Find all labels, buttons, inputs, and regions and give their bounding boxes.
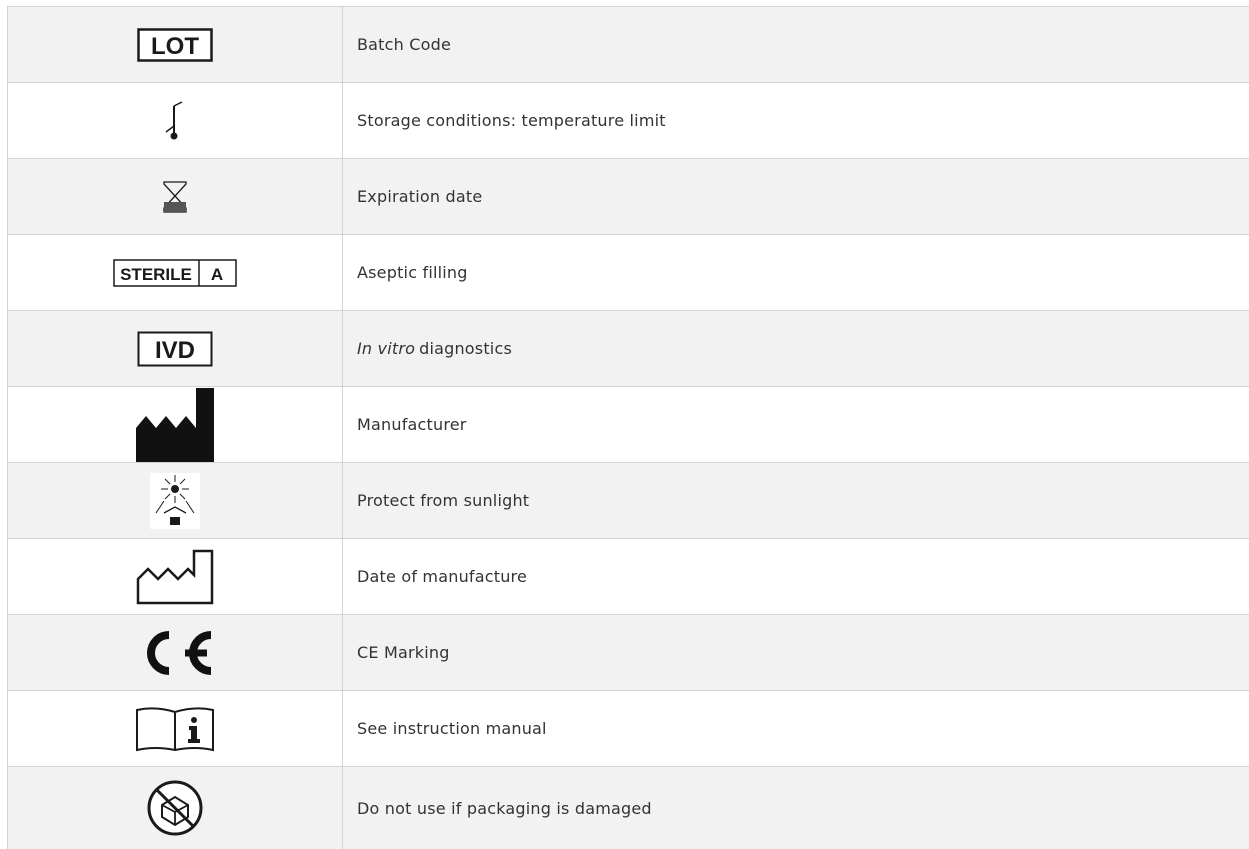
symbol-label: Do not use if packaging is damaged [357, 798, 652, 818]
table-row: IVD In vitro diagnostics [7, 310, 1249, 386]
symbol-label: Date of manufacture [357, 567, 528, 586]
table-row: Date of manufacture [7, 538, 1249, 614]
ce-marking-icon [147, 630, 212, 675]
symbol-label: CE Marking [357, 643, 450, 662]
symbol-label: Aseptic filling [357, 263, 468, 282]
table-row: Expiration date [7, 158, 1249, 234]
icon-cell: LOT [7, 7, 343, 82]
table-row: STERILE A Aseptic filling [7, 234, 1249, 310]
date-of-manufacture-icon [136, 549, 214, 604]
icon-cell: IVD [7, 311, 343, 386]
icon-cell [7, 159, 343, 234]
table-row: Protect from sunlight [7, 462, 1249, 538]
table-row: CE Marking [7, 614, 1249, 690]
protect-from-sunlight-icon [150, 472, 200, 529]
sterile-icon-text: STERILE [120, 265, 192, 284]
aseptic-a-icon-text: A [211, 265, 223, 284]
symbol-label: Manufacturer [357, 415, 467, 434]
table-row: Manufacturer [7, 386, 1249, 462]
symbol-label: Expiration date [357, 187, 483, 206]
table-row: Storage conditions: temperature limit [7, 82, 1249, 158]
table-row: Do not use if packaging is damaged [7, 766, 1249, 849]
symbol-label: Batch Code [357, 35, 452, 54]
symbol-label-italic: In vitro [357, 339, 416, 358]
ivd-icon: IVD [137, 331, 213, 366]
icon-cell [7, 767, 343, 849]
hourglass-expiration-icon [163, 180, 187, 213]
icon-cell [7, 83, 343, 158]
icon-cell: STERILE A [7, 235, 343, 310]
icon-cell [7, 463, 343, 538]
symbol-label: Storage conditions: temperature limit [357, 111, 666, 130]
icon-cell [7, 615, 343, 690]
symbols-table: LOT Batch Code Storage conditions: tempe… [7, 6, 1249, 849]
table-row: See instruction manual [7, 690, 1249, 766]
sterile-aseptic-icon: STERILE A [113, 258, 237, 287]
instruction-manual-icon [136, 706, 214, 751]
symbol-label: See instruction manual [357, 719, 547, 738]
icon-cell [7, 387, 343, 462]
symbol-label-rest: diagnostics [419, 339, 512, 358]
do-not-use-damaged-package-icon [147, 780, 203, 836]
icon-cell [7, 691, 343, 766]
lot-batch-code-icon: LOT [137, 27, 213, 62]
temperature-limit-icon [165, 100, 183, 139]
table-row: LOT Batch Code [7, 6, 1249, 82]
lot-icon-text: LOT [151, 33, 199, 60]
icon-cell [7, 539, 343, 614]
symbol-label: In vitro diagnostics [343, 311, 1249, 386]
manufacturer-factory-icon [136, 387, 214, 462]
symbol-label: Protect from sunlight [357, 491, 530, 510]
ivd-icon-text: IVD [155, 337, 195, 364]
